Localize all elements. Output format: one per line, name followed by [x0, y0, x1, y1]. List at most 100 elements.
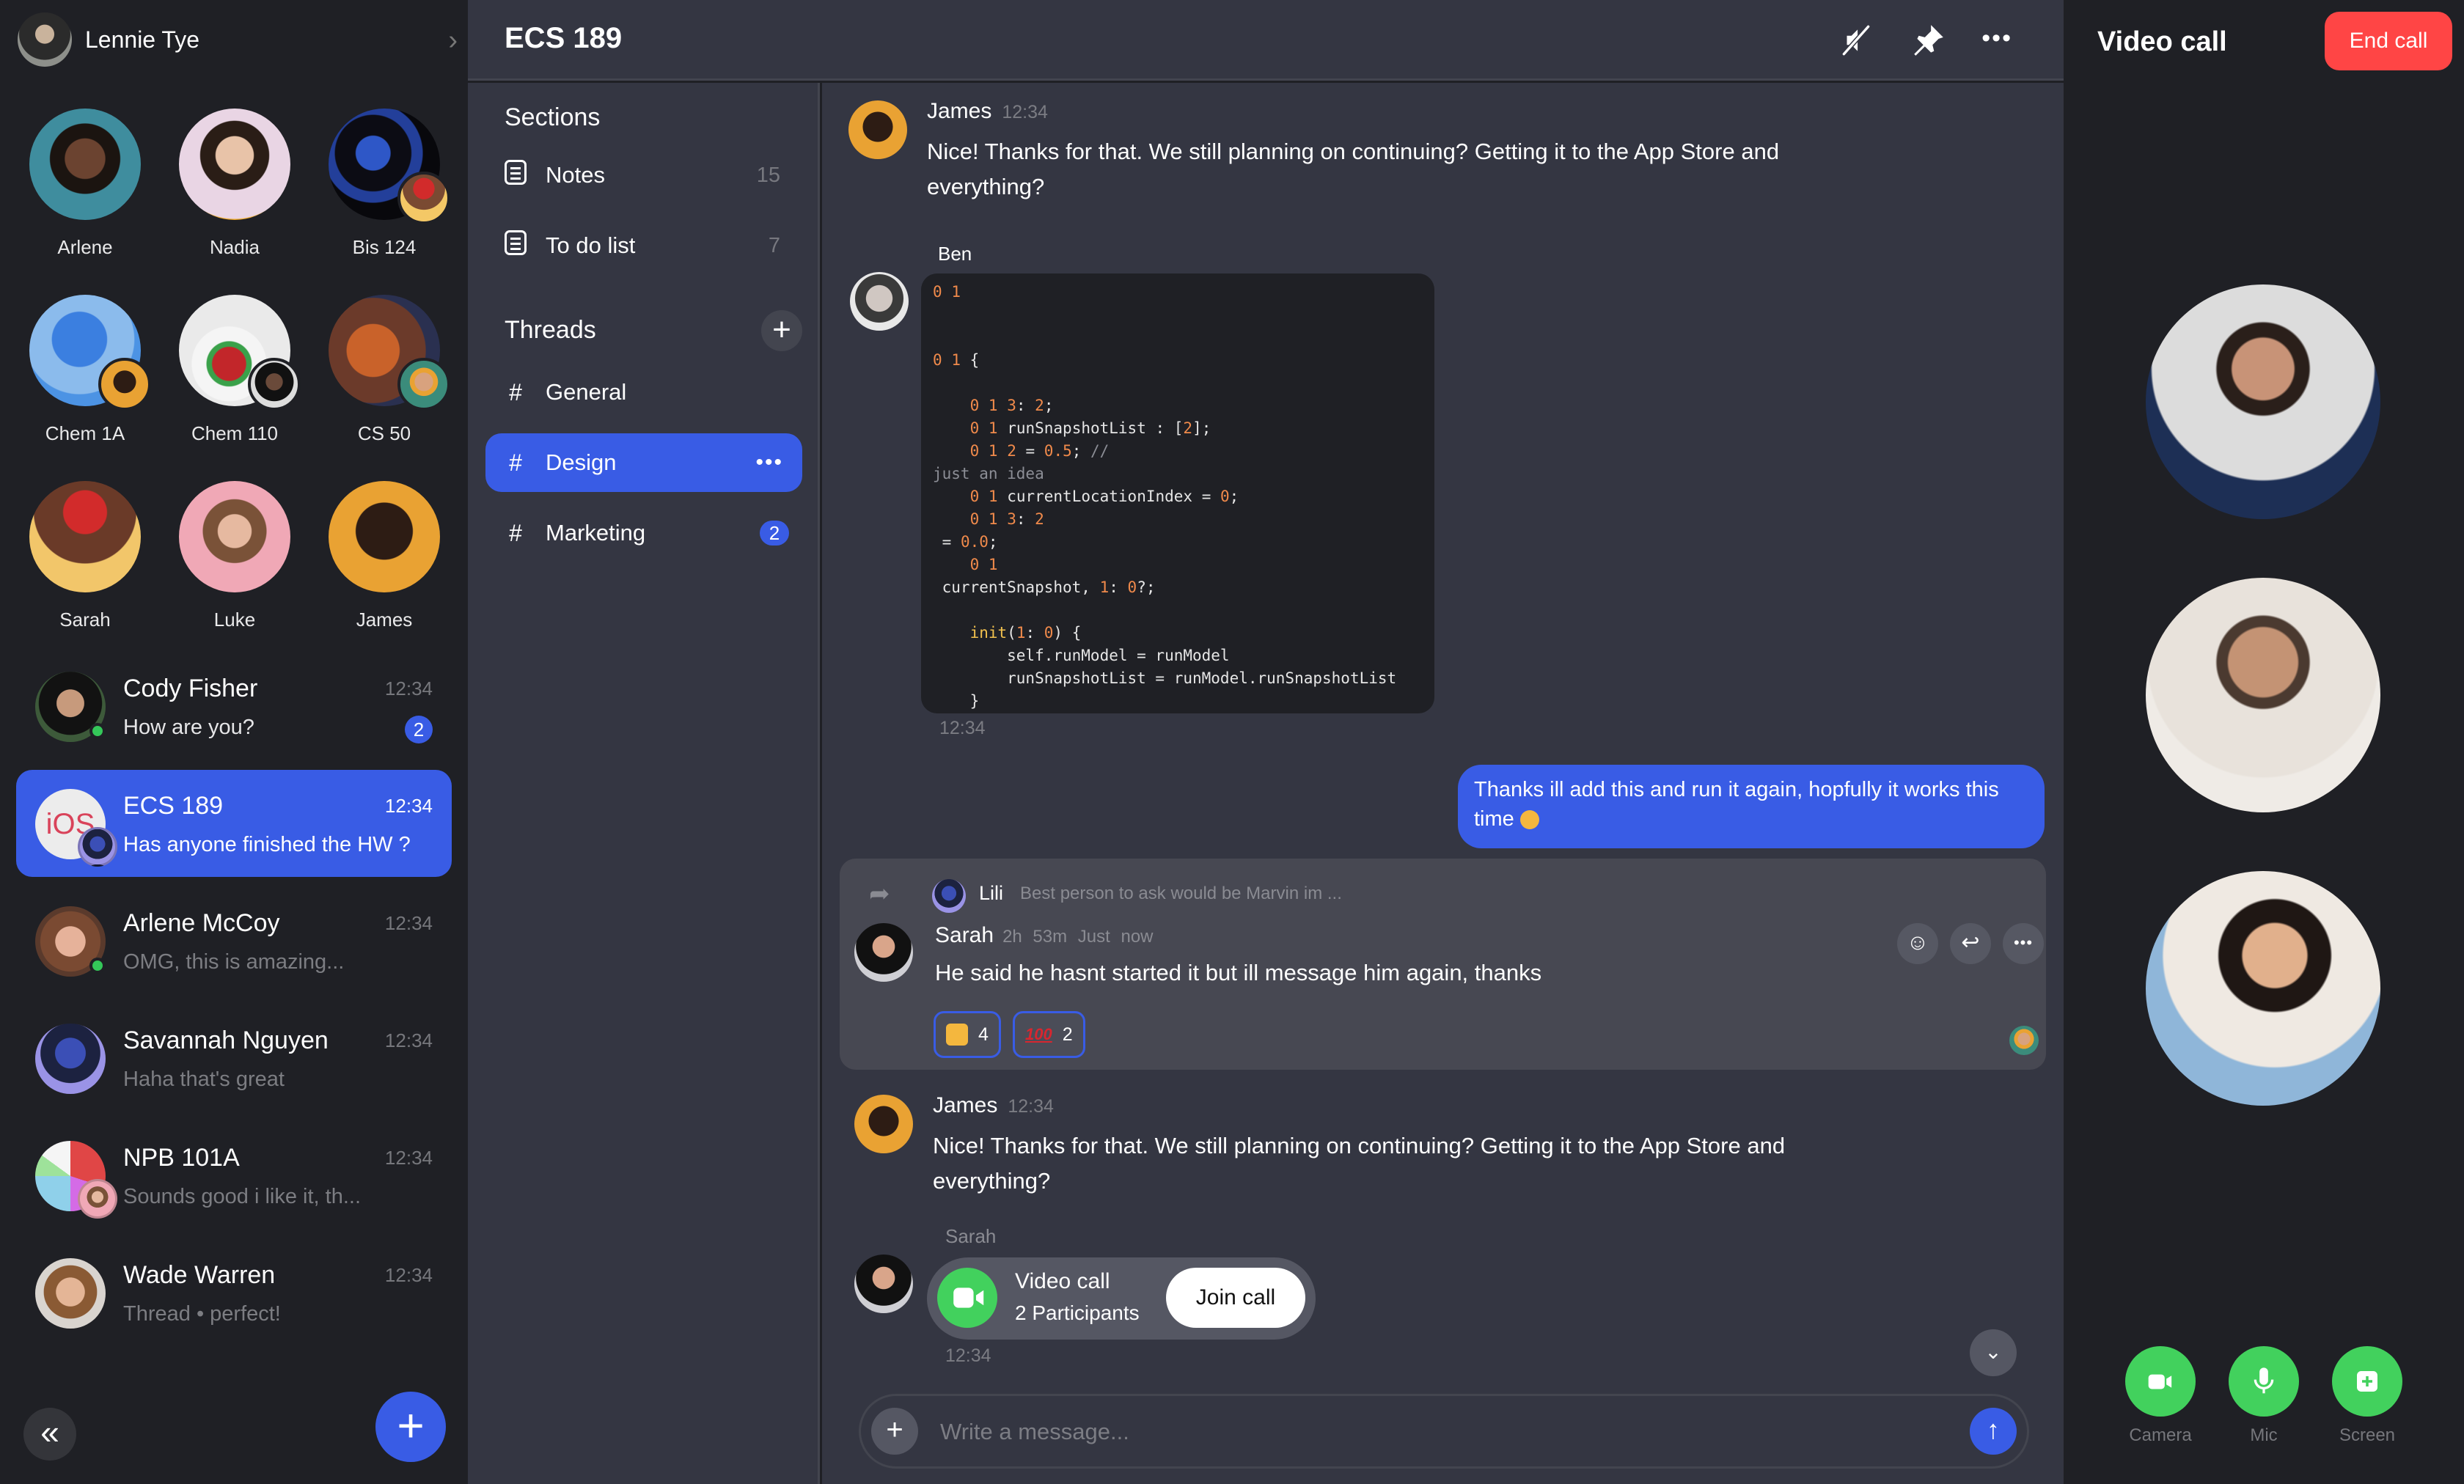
profile-name: Lennie Tye — [85, 26, 199, 53]
quoted-snippet[interactable]: Best person to ask would be Marvin im ..… — [1020, 884, 1342, 904]
chat-item-savannah-nguyen[interactable]: Savannah Nguyen Haha that's great 12:34 — [16, 1004, 452, 1122]
participant-video-tile[interactable] — [2146, 284, 2380, 519]
more-icon[interactable]: ••• — [755, 450, 783, 475]
code-line: 0 1 { — [933, 351, 980, 369]
chevron-right-icon[interactable]: › — [448, 25, 458, 56]
message-author: Sarah — [945, 1225, 997, 1247]
code-snippet: 0 1 0 1 { 0 1 3: 2; 0 1 runSnapshotList … — [921, 273, 1434, 713]
participant-video-tile[interactable] — [2146, 578, 2380, 812]
avatar — [932, 879, 966, 913]
document-icon — [505, 230, 527, 261]
online-indicator — [89, 723, 106, 739]
mic-icon[interactable] — [2229, 1346, 2299, 1417]
thumbs-up-emoji — [946, 1024, 968, 1046]
section-label: Notes — [546, 162, 605, 188]
chat-time: 12:34 — [384, 1147, 433, 1169]
favorite-item[interactable]: Sarah — [12, 481, 158, 631]
message-input[interactable] — [940, 1409, 1937, 1455]
avatar — [29, 109, 141, 220]
message-author: Ben — [938, 243, 972, 265]
message-time: 12:34 — [939, 718, 986, 738]
favorite-item[interactable]: Chem 110 — [161, 295, 308, 445]
favorite-item[interactable]: James — [311, 481, 458, 631]
new-chat-button[interactable]: + — [375, 1392, 446, 1462]
message-header: Sarah 2h 53m Just now — [935, 923, 1154, 948]
scroll-to-bottom-button[interactable]: ⌄ — [1970, 1329, 2017, 1376]
chat-item-cody-fisher[interactable]: Cody Fisher How are you? 12:34 2 — [16, 653, 452, 770]
chat-list: Cody Fisher How are you? 12:34 2 iOS ECS… — [16, 653, 452, 1356]
add-reaction-button[interactable]: ☺ — [1897, 923, 1938, 964]
profile-row[interactable]: Lennie Tye › — [18, 12, 458, 67]
camera-icon[interactable] — [2125, 1346, 2196, 1417]
sections-panel: Sections Notes 15 To do list 7 Threads +… — [468, 83, 820, 1484]
chat-item-wade-warren[interactable]: Wade Warren Thread • perfect! 12:34 — [16, 1239, 452, 1356]
avatar — [29, 481, 141, 592]
reply-button[interactable]: ↩ — [1950, 923, 1991, 964]
screen-share-control[interactable]: Screen — [2332, 1346, 2402, 1446]
chat-name: NPB 101A — [123, 1144, 240, 1172]
reaction-thumbs-up[interactable]: 4 — [934, 1011, 1001, 1058]
section-item-todo[interactable]: To do list 7 — [485, 216, 802, 275]
thread-item-general[interactable]: # General — [485, 363, 802, 422]
avatar — [854, 923, 913, 982]
attach-button[interactable]: + — [871, 1408, 918, 1455]
favorite-item[interactable]: Nadia — [161, 109, 308, 259]
favorite-item[interactable]: Bis 124 — [311, 109, 458, 259]
thread-item-design[interactable]: # Design ••• — [485, 433, 802, 492]
arrow-up-icon: ↑ — [1987, 1414, 2000, 1444]
chat-name: Cody Fisher — [123, 675, 258, 702]
more-icon[interactable]: ••• — [1981, 22, 2012, 59]
mic-control[interactable]: Mic — [2229, 1346, 2299, 1446]
avatar — [854, 1095, 913, 1153]
chat-item-npb-101a[interactable]: NPB 101A Sounds good i like it, th... 12… — [16, 1122, 452, 1239]
message-time: 12:34 — [945, 1345, 991, 1366]
favorite-item[interactable]: CS 50 — [311, 295, 458, 445]
favorite-item[interactable]: Chem 1A — [12, 295, 158, 445]
avatar — [179, 109, 290, 220]
chat-item-arlene-mccoy[interactable]: Arlene McCoy OMG, this is amazing... 12:… — [16, 887, 452, 1004]
pin-icon[interactable] — [1910, 22, 1946, 59]
reaction-hundred[interactable]: 100 2 — [1013, 1011, 1085, 1058]
screen-share-icon[interactable] — [2332, 1346, 2402, 1417]
camera-control[interactable]: Camera — [2125, 1346, 2196, 1446]
message-more-button[interactable]: ••• — [2003, 923, 2044, 964]
avatar — [179, 481, 290, 592]
message-text: Nice! Thanks for that. We still planning… — [933, 1133, 1786, 1194]
collapse-sidebar-button[interactable]: « — [23, 1408, 76, 1461]
participant-video-tile[interactable] — [2146, 871, 2380, 1106]
video-call-title: Video call — [2097, 26, 2227, 57]
member-avatar — [78, 827, 117, 867]
thread-label: General — [546, 379, 627, 405]
smile-icon: ☺ — [1906, 930, 1929, 955]
message-time: 12:34 — [1002, 102, 1048, 122]
outgoing-message: Thanks ill add this and run it again, ho… — [1458, 765, 2045, 848]
member-avatar — [248, 358, 301, 411]
favorite-item[interactable]: Luke — [161, 481, 308, 631]
message-time: 12:34 — [1008, 1096, 1054, 1117]
send-button[interactable]: ↑ — [1970, 1408, 2017, 1455]
chat-item-ecs-189[interactable]: iOS ECS 189 Has anyone finished the HW ?… — [16, 770, 452, 877]
message-author: James — [933, 1093, 998, 1117]
message-header: James 12:34 — [927, 99, 1048, 124]
favorite-label: Chem 1A — [45, 422, 125, 444]
thread-item-marketing[interactable]: # Marketing 2 — [485, 504, 802, 562]
favorite-label: Chem 110 — [191, 422, 279, 444]
end-call-button[interactable]: End call — [2325, 12, 2452, 70]
favorite-item[interactable]: Arlene — [12, 109, 158, 259]
video-call-invite: Video call 2 Participants Join call — [927, 1257, 1316, 1340]
add-thread-button[interactable]: + — [761, 310, 802, 351]
online-indicator — [89, 958, 106, 974]
code-line: 0 1 3: 2 — [969, 510, 1044, 528]
section-count: 15 — [756, 163, 780, 187]
chat-time: 12:34 — [384, 912, 433, 934]
message-author: James — [927, 99, 992, 123]
double-chevron-left-icon: « — [40, 1413, 59, 1451]
mute-icon[interactable] — [1838, 22, 1874, 59]
join-call-button[interactable]: Join call — [1166, 1268, 1305, 1328]
message-text: Nice! Thanks for that. We still planning… — [927, 139, 1780, 199]
code-line: self.runModel = runModel — [933, 647, 1230, 664]
video-call-panel: Video call End call Camera Mic Screen — [2064, 0, 2464, 1484]
section-item-notes[interactable]: Notes 15 — [485, 146, 802, 205]
